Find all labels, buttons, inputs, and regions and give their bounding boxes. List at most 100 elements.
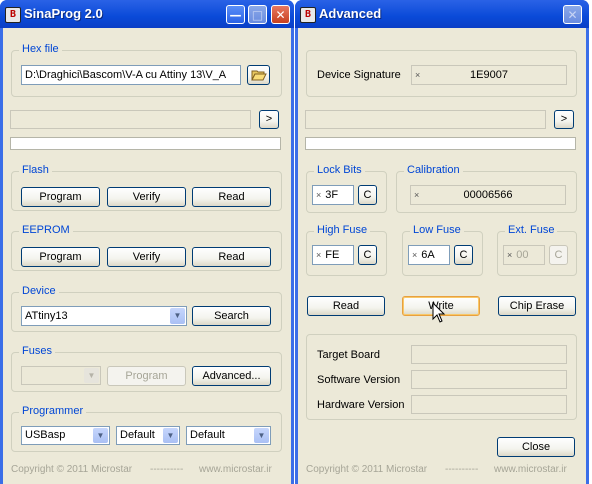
high-fuse-field[interactable]: × FE — [312, 245, 354, 265]
versions-group: Target Board Software Version Hardware V… — [306, 334, 577, 420]
low-fuse-group: Low Fuse × 6A C — [402, 224, 483, 276]
ext-fuse-c-button: C — [549, 245, 568, 265]
signature-label: Device Signature — [317, 69, 401, 81]
target-board-field — [411, 345, 567, 364]
app-icon: B — [300, 7, 316, 23]
programmer-select[interactable]: USBasp ▼ — [21, 426, 110, 445]
search-button[interactable]: Search — [192, 306, 271, 326]
footer-copyright: Copyright © 2011 Microstar — [306, 464, 428, 475]
flash-verify-button[interactable]: Verify — [107, 187, 186, 207]
app-icon: B — [5, 7, 21, 23]
advanced-titlebar[interactable]: B Advanced ✕ — [295, 0, 589, 28]
speed-select[interactable]: Default ▼ — [186, 426, 271, 445]
hardware-version-field — [411, 395, 567, 414]
advanced-window: B Advanced ✕ Device Signature × 1E9007 >… — [295, 0, 589, 484]
status-field — [305, 110, 546, 129]
advanced-title: Advanced — [319, 6, 382, 21]
close-icon[interactable]: ✕ — [271, 5, 290, 24]
programmer-group: Programmer USBasp ▼ Default ▼ Default ▼ — [11, 405, 282, 452]
read-button[interactable]: Read — [307, 296, 385, 316]
programmer-label: Programmer — [19, 405, 87, 417]
footer-website: www.microstar.ir — [199, 464, 272, 475]
eeprom-label: EEPROM — [19, 224, 73, 236]
calibration-value: 00006566 — [463, 189, 513, 201]
eeprom-program-button[interactable]: Program — [21, 247, 100, 267]
footer-website: www.microstar.ir — [494, 464, 567, 475]
low-fuse-value: 6A — [421, 249, 435, 261]
close-button[interactable]: Close — [497, 437, 575, 457]
flash-program-button[interactable]: Program — [21, 187, 100, 207]
low-fuse-c-button[interactable]: C — [454, 245, 473, 265]
low-fuse-field[interactable]: × 6A — [408, 245, 450, 265]
ext-fuse-label: Ext. Fuse — [505, 224, 558, 236]
device-label: Device — [19, 285, 59, 297]
device-group: Device ATtiny13 ▼ Search — [11, 285, 282, 332]
signature-group: Device Signature × 1E9007 — [306, 50, 577, 97]
lock-bits-label: Lock Bits — [314, 164, 365, 176]
dropdown-arrow-icon[interactable]: ▼ — [93, 428, 108, 443]
footer-dashes: ---------- — [445, 464, 479, 475]
programmer-select-value: USBasp — [25, 429, 66, 441]
advanced-button[interactable]: Advanced... — [192, 366, 271, 386]
signature-value: 1E9007 — [470, 69, 508, 81]
device-select[interactable]: ATtiny13 ▼ — [21, 306, 187, 326]
status-field — [10, 110, 251, 129]
signature-field: × 1E9007 — [411, 65, 567, 85]
eeprom-read-button[interactable]: Read — [192, 247, 271, 267]
clear-icon: × — [316, 190, 322, 200]
open-file-button[interactable] — [247, 65, 270, 85]
lock-bits-c-button[interactable]: C — [358, 185, 377, 205]
lock-bits-group: Lock Bits × 3F C — [306, 164, 387, 213]
expand-button[interactable]: > — [259, 110, 279, 129]
hardware-version-label: Hardware Version — [317, 399, 405, 411]
ext-fuse-value: 00 — [516, 249, 529, 261]
calibration-field: × 00006566 — [410, 185, 566, 205]
clear-icon: × — [507, 250, 513, 260]
software-version-label: Software Version — [317, 374, 401, 386]
software-version-field — [411, 370, 567, 389]
port-select[interactable]: Default ▼ — [116, 426, 180, 445]
main-window: B SinaProg 2.0 — □ ✕ Hex file D:\Draghic… — [0, 0, 294, 484]
flash-label: Flash — [19, 164, 52, 176]
flash-read-button[interactable]: Read — [192, 187, 271, 207]
fuses-program-button: Program — [107, 366, 186, 386]
high-fuse-value: FE — [325, 249, 340, 261]
fuses-label: Fuses — [19, 345, 55, 357]
eeprom-verify-button[interactable]: Verify — [107, 247, 186, 267]
ext-fuse-field: × 00 — [503, 245, 545, 265]
clear-icon: × — [412, 250, 418, 260]
dropdown-arrow-icon[interactable]: ▼ — [163, 428, 178, 443]
hex-file-group: Hex file D:\Draghici\Bascom\V-A cu Attin… — [11, 43, 282, 97]
hex-path-field[interactable]: D:\Draghici\Bascom\V-A cu Attiny 13\V_A — [21, 65, 241, 85]
window-title: SinaProg 2.0 — [24, 6, 103, 21]
calibration-label: Calibration — [404, 164, 463, 176]
chip-erase-button[interactable]: Chip Erase — [498, 296, 576, 316]
clear-icon: × — [316, 250, 322, 260]
mouse-cursor-icon — [432, 302, 446, 323]
eeprom-group: EEPROM Program Verify Read — [11, 224, 282, 271]
low-fuse-label: Low Fuse — [410, 224, 464, 236]
maximize-icon: □ — [248, 5, 267, 24]
dropdown-arrow-icon[interactable]: ▼ — [170, 308, 185, 324]
target-board-label: Target Board — [317, 349, 380, 361]
flash-group: Flash Program Verify Read — [11, 164, 282, 211]
device-select-value: ATtiny13 — [25, 310, 68, 322]
lock-bits-value: 3F — [325, 189, 339, 201]
high-fuse-group: High Fuse × FE C — [306, 224, 387, 276]
progress-bar — [305, 137, 576, 150]
folder-open-icon — [250, 70, 267, 81]
calibration-group: Calibration × 00006566 — [396, 164, 577, 213]
high-fuse-c-button[interactable]: C — [358, 245, 377, 265]
footer-dashes: ---------- — [150, 464, 184, 475]
footer-copyright: Copyright © 2011 Microstar — [11, 464, 133, 475]
main-titlebar[interactable]: B SinaProg 2.0 — □ ✕ — [0, 0, 294, 28]
ext-fuse-group: Ext. Fuse × 00 C — [497, 224, 577, 276]
port-select-value: Default — [120, 429, 155, 441]
minimize-icon[interactable]: — — [226, 5, 245, 24]
close-icon: ✕ — [563, 5, 582, 24]
hex-file-label: Hex file — [19, 43, 62, 55]
lock-bits-field[interactable]: × 3F — [312, 185, 354, 205]
dropdown-arrow-icon[interactable]: ▼ — [254, 428, 269, 443]
main-client: Hex file D:\Draghici\Bascom\V-A cu Attin… — [3, 28, 291, 484]
expand-button[interactable]: > — [554, 110, 574, 129]
